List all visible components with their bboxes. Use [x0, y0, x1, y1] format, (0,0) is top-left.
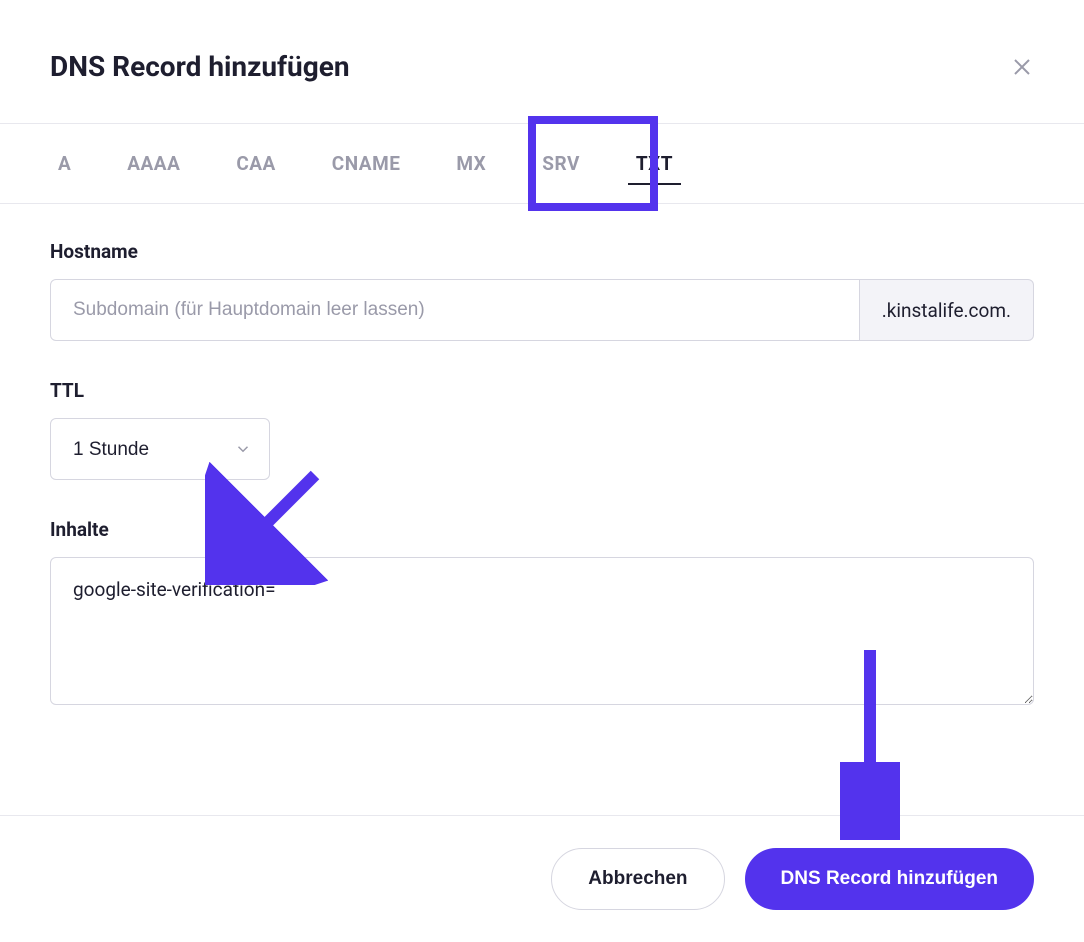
content-field-group: Inhalte google-site-verification= — [50, 518, 1034, 709]
close-icon[interactable] — [1010, 55, 1034, 79]
modal-title: DNS Record hinzufügen — [50, 50, 350, 83]
hostname-label: Hostname — [50, 240, 1034, 263]
ttl-label: TTL — [50, 379, 1034, 402]
record-type-tabs: A AAAA CAA CNAME MX SRV TXT — [0, 124, 1084, 204]
submit-button[interactable]: DNS Record hinzufügen — [745, 848, 1034, 910]
tab-a[interactable]: A — [50, 124, 79, 203]
tab-cname[interactable]: CNAME — [324, 124, 409, 203]
modal-header: DNS Record hinzufügen — [0, 0, 1084, 124]
content-label: Inhalte — [50, 518, 1034, 541]
tab-txt[interactable]: TXT — [628, 124, 681, 203]
ttl-select-wrap: 1 Stunde — [50, 418, 270, 480]
tab-mx[interactable]: MX — [448, 124, 494, 203]
cancel-button[interactable]: Abbrechen — [551, 848, 724, 910]
hostname-input[interactable] — [50, 279, 860, 341]
form-body: Hostname .kinstalife.com. TTL 1 Stunde I… — [0, 204, 1084, 815]
ttl-field-group: TTL 1 Stunde — [50, 379, 1034, 480]
hostname-field-group: Hostname .kinstalife.com. — [50, 240, 1034, 341]
modal-footer: Abbrechen DNS Record hinzufügen — [0, 815, 1084, 942]
hostname-input-row: .kinstalife.com. — [50, 279, 1034, 341]
domain-suffix: .kinstalife.com. — [860, 279, 1034, 341]
add-dns-record-modal: DNS Record hinzufügen A AAAA CAA CNAME M… — [0, 0, 1084, 942]
ttl-select[interactable]: 1 Stunde — [50, 418, 270, 480]
tab-srv[interactable]: SRV — [534, 124, 588, 203]
tab-aaaa[interactable]: AAAA — [119, 124, 188, 203]
content-textarea[interactable]: google-site-verification= — [50, 557, 1034, 705]
tab-caa[interactable]: CAA — [228, 124, 283, 203]
